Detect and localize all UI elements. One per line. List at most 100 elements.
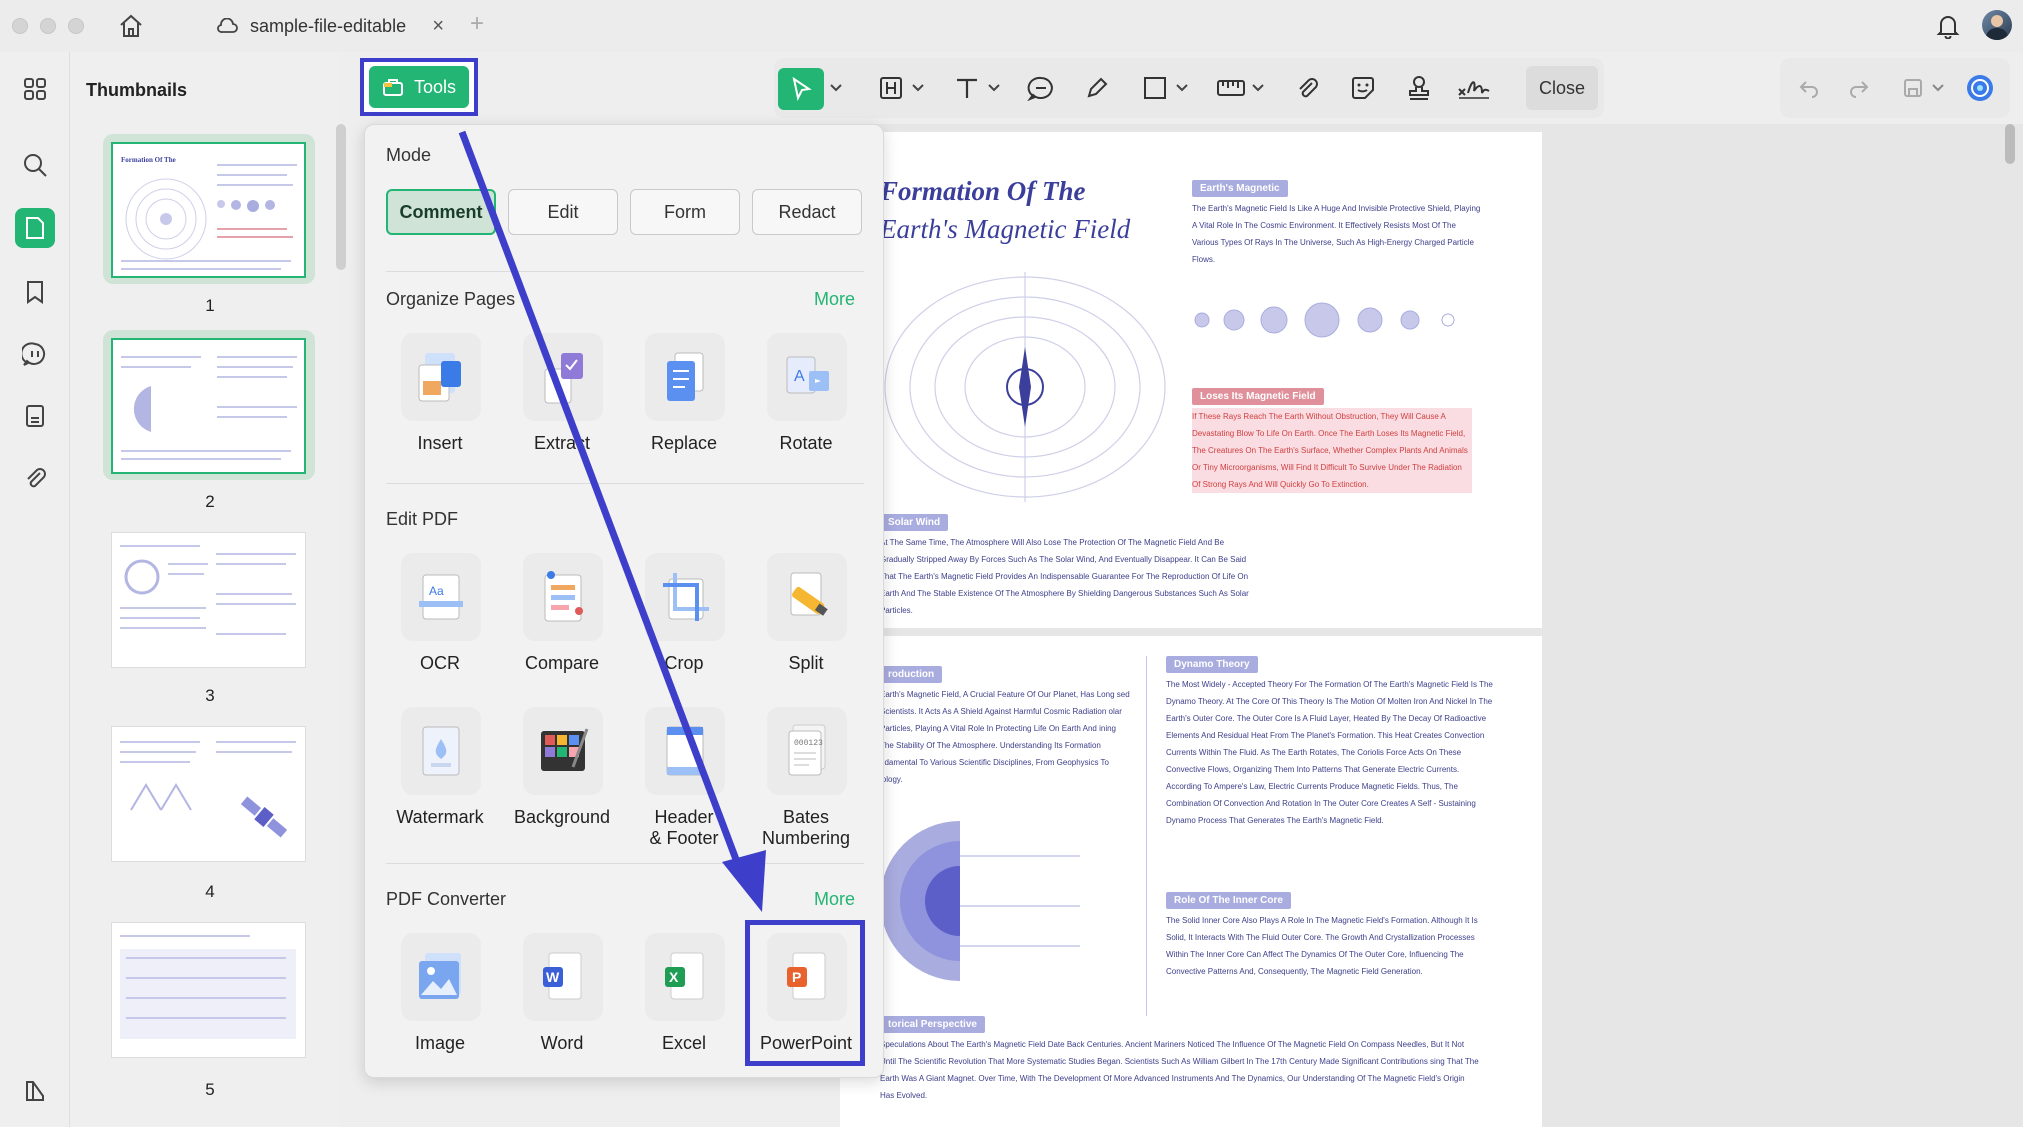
chevron-down-icon[interactable]: [828, 68, 844, 108]
svg-text:W: W: [546, 969, 560, 985]
attachment-icon[interactable]: [1290, 68, 1324, 108]
watermark-label: Watermark: [396, 807, 484, 827]
crop-tool[interactable]: Crop: [629, 553, 739, 693]
paragraph: The Solid Inner Core Also Plays A Role I…: [1166, 916, 1478, 976]
history-toolbar: [1780, 58, 2010, 118]
replace-icon: [645, 333, 725, 421]
replace-tool[interactable]: Replace: [629, 333, 739, 473]
bates-numbering-label: Bates Numbering: [761, 807, 851, 848]
paragraph: The Earth's Magnetic Field Is Like A Hug…: [1192, 204, 1481, 264]
sticker-icon[interactable]: [1346, 68, 1380, 108]
edit-pdf-section-title: Edit PDF: [386, 509, 459, 529]
undo-icon[interactable]: [1792, 68, 1826, 108]
convert-word-tool[interactable]: W Word: [507, 933, 617, 1073]
pencil-icon[interactable]: [1080, 68, 1114, 108]
chevron-down-icon[interactable]: [910, 68, 926, 108]
thumbnail-page-5[interactable]: [103, 914, 315, 1064]
avatar[interactable]: [1982, 10, 2012, 40]
rotate-icon: A: [767, 333, 847, 421]
new-tab-button[interactable]: +: [470, 10, 484, 38]
window-minimize-button[interactable]: [40, 18, 56, 34]
compare-tool[interactable]: Compare: [507, 553, 617, 693]
divider: [386, 483, 864, 484]
background-label: Background: [513, 807, 611, 827]
bell-icon[interactable]: [1936, 13, 1960, 39]
excel-label: Excel: [661, 1033, 706, 1053]
apps-grid-icon[interactable]: [15, 69, 55, 109]
replace-label: Replace: [650, 433, 718, 453]
convert-image-tool[interactable]: Image: [385, 933, 495, 1073]
pages-icon[interactable]: [15, 396, 55, 436]
chevron-down-icon[interactable]: [1250, 68, 1266, 108]
layers-icon[interactable]: [15, 1070, 55, 1110]
section-chip: Loses Its Magnetic Field: [1192, 388, 1324, 405]
document-tab[interactable]: sample-file-editable ×: [200, 6, 450, 46]
bookmark-icon[interactable]: [15, 272, 55, 312]
split-icon: [767, 553, 847, 641]
thumbnail-page-2[interactable]: [103, 330, 315, 480]
extract-icon: [523, 333, 603, 421]
powerpoint-highlight-box: [745, 920, 865, 1066]
bates-numbering-tool[interactable]: 000123 Bates Numbering: [751, 707, 861, 848]
ocr-tool[interactable]: Aa OCR: [385, 553, 495, 693]
header-footer-tool[interactable]: Header & Footer: [629, 707, 739, 848]
bates-numbering-icon: 000123: [767, 707, 847, 795]
rotate-tool[interactable]: A Rotate: [751, 333, 861, 473]
paragraph: The Most Widely - Accepted Theory For Th…: [1166, 680, 1493, 825]
convert-excel-tool[interactable]: X Excel: [629, 933, 739, 1073]
thumbnail-page-4[interactable]: [103, 718, 315, 868]
home-icon[interactable]: [118, 14, 144, 38]
shape-tool-icon[interactable]: [1138, 68, 1172, 108]
mode-form-button[interactable]: Form: [630, 189, 740, 235]
thumbnail-number: 3: [205, 686, 215, 705]
thumbnails-scrollbar[interactable]: [336, 124, 346, 270]
organize-more-link[interactable]: More: [814, 289, 855, 310]
measure-tool-icon[interactable]: [1214, 68, 1248, 108]
insert-tool[interactable]: Insert: [385, 333, 495, 473]
tab-close-icon[interactable]: ×: [432, 15, 444, 38]
close-toolbar-button[interactable]: Close: [1526, 66, 1598, 110]
highlight-tool-icon[interactable]: [874, 68, 908, 108]
svg-text:X: X: [669, 969, 679, 985]
attachment-icon[interactable]: [15, 458, 55, 498]
pdf-converter-section-title: PDF Converter: [386, 889, 507, 909]
mode-redact-button[interactable]: Redact: [752, 189, 862, 235]
paragraph: Speculations About The Earth's Magnetic …: [880, 1040, 1479, 1100]
paragraph: At The Same Time, The Atmosphere Will Al…: [880, 538, 1249, 615]
split-tool[interactable]: Split: [751, 553, 861, 693]
thumbnail-page-1[interactable]: Formation Of The: [103, 134, 315, 284]
chevron-down-icon[interactable]: [1930, 68, 1946, 108]
ai-assistant-icon[interactable]: [1960, 68, 2000, 108]
signature-icon[interactable]: [1454, 68, 1494, 108]
mode-comment-button[interactable]: Comment: [386, 189, 496, 235]
tools-button[interactable]: Tools: [360, 58, 478, 116]
thumbnails-rail-icon[interactable]: [15, 208, 55, 248]
section-chip: torical Perspective: [880, 1016, 985, 1033]
select-tool-button[interactable]: [778, 68, 824, 110]
background-tool[interactable]: Background: [507, 707, 617, 847]
comment-note-icon[interactable]: [1024, 68, 1058, 108]
thumbnail-page-3[interactable]: [103, 524, 315, 674]
mode-edit-button[interactable]: Edit: [508, 189, 618, 235]
window-close-button[interactable]: [12, 18, 28, 34]
converter-more-link[interactable]: More: [814, 889, 855, 910]
title-bar: sample-file-editable × +: [0, 0, 2023, 52]
text-tool-icon[interactable]: [950, 68, 984, 108]
window-zoom-button[interactable]: [68, 18, 84, 34]
section-chip: Solar Wind: [880, 514, 949, 531]
thumbnails-panel: Thumbnails Formation Of The 1 2 3 4 5: [70, 52, 340, 1127]
watermark-tool[interactable]: Watermark: [385, 707, 495, 847]
organize-section-title: Organize Pages: [386, 289, 516, 309]
search-icon[interactable]: [15, 145, 55, 185]
chevron-down-icon[interactable]: [986, 68, 1002, 108]
svg-text:Aa: Aa: [429, 584, 444, 598]
comment-icon[interactable]: [15, 334, 55, 374]
stamp-icon[interactable]: [1402, 68, 1436, 108]
annotation-toolbar: Close: [774, 58, 1604, 118]
save-icon[interactable]: [1896, 68, 1930, 108]
redo-icon[interactable]: [1842, 68, 1876, 108]
chevron-down-icon[interactable]: [1174, 68, 1190, 108]
background-icon: [523, 707, 603, 795]
extract-tool[interactable]: Extract: [507, 333, 617, 473]
document-scrollbar[interactable]: [2005, 124, 2015, 164]
